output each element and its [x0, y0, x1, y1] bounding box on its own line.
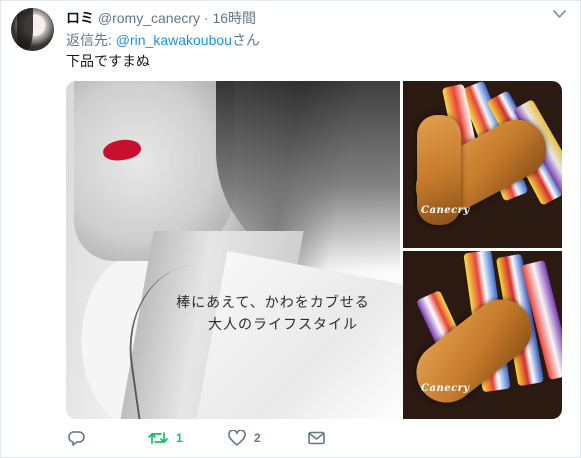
photo-bottom-right[interactable]: Canecry — [403, 251, 562, 419]
brand-caption: Canecry — [421, 383, 470, 394]
user-handle[interactable]: @romy_canecry — [98, 10, 200, 26]
display-name[interactable]: ロミ — [66, 10, 94, 26]
like-button[interactable]: 2 — [228, 428, 261, 448]
reply-icon — [68, 431, 85, 446]
heart-icon — [228, 430, 246, 446]
tweet-actions: 1 2 — [0, 426, 581, 456]
poster-text: 棒にあえて、かわをカブせる 大人のライフスタイル — [158, 293, 388, 336]
brand-caption: Canecry — [421, 205, 470, 216]
retweet-count: 1 — [176, 431, 183, 445]
reply-suffix: さん — [231, 32, 260, 48]
chevron-down-icon[interactable] — [553, 9, 566, 19]
poster-line-2: 大人のライフスタイル — [208, 316, 358, 333]
photo-top-right[interactable]: Canecry — [403, 81, 562, 248]
envelope-icon — [308, 431, 325, 445]
photo-main[interactable]: 棒にあえて、かわをカブせる 大人のライフスタイル — [66, 81, 406, 419]
timestamp[interactable]: 16時間 — [212, 10, 256, 26]
reply-context: 返信先: @rin_kawakoubouさん — [66, 30, 260, 50]
poster-line-1: 棒にあえて、かわをカブせる — [176, 295, 370, 311]
avatar[interactable] — [11, 8, 54, 51]
media-grid: 棒にあえて、かわをカブせる 大人のライフスタイル Canecry Canecry — [66, 81, 562, 419]
direct-message-button[interactable] — [308, 428, 325, 448]
tweet-header: ロミ @romy_canecry · 16時間 — [66, 8, 256, 28]
retweet-icon — [148, 432, 168, 444]
separator-dot: · — [203, 10, 209, 26]
reply-to-link[interactable]: @rin_kawakoubou — [116, 32, 232, 48]
reply-prefix: 返信先: — [66, 32, 116, 48]
reply-button[interactable] — [68, 428, 85, 448]
tweet-text: 下品ですまぬ — [66, 53, 150, 69]
necklace-shape — [118, 258, 260, 419]
retweet-button[interactable]: 1 — [148, 428, 183, 448]
like-count: 2 — [254, 431, 261, 445]
